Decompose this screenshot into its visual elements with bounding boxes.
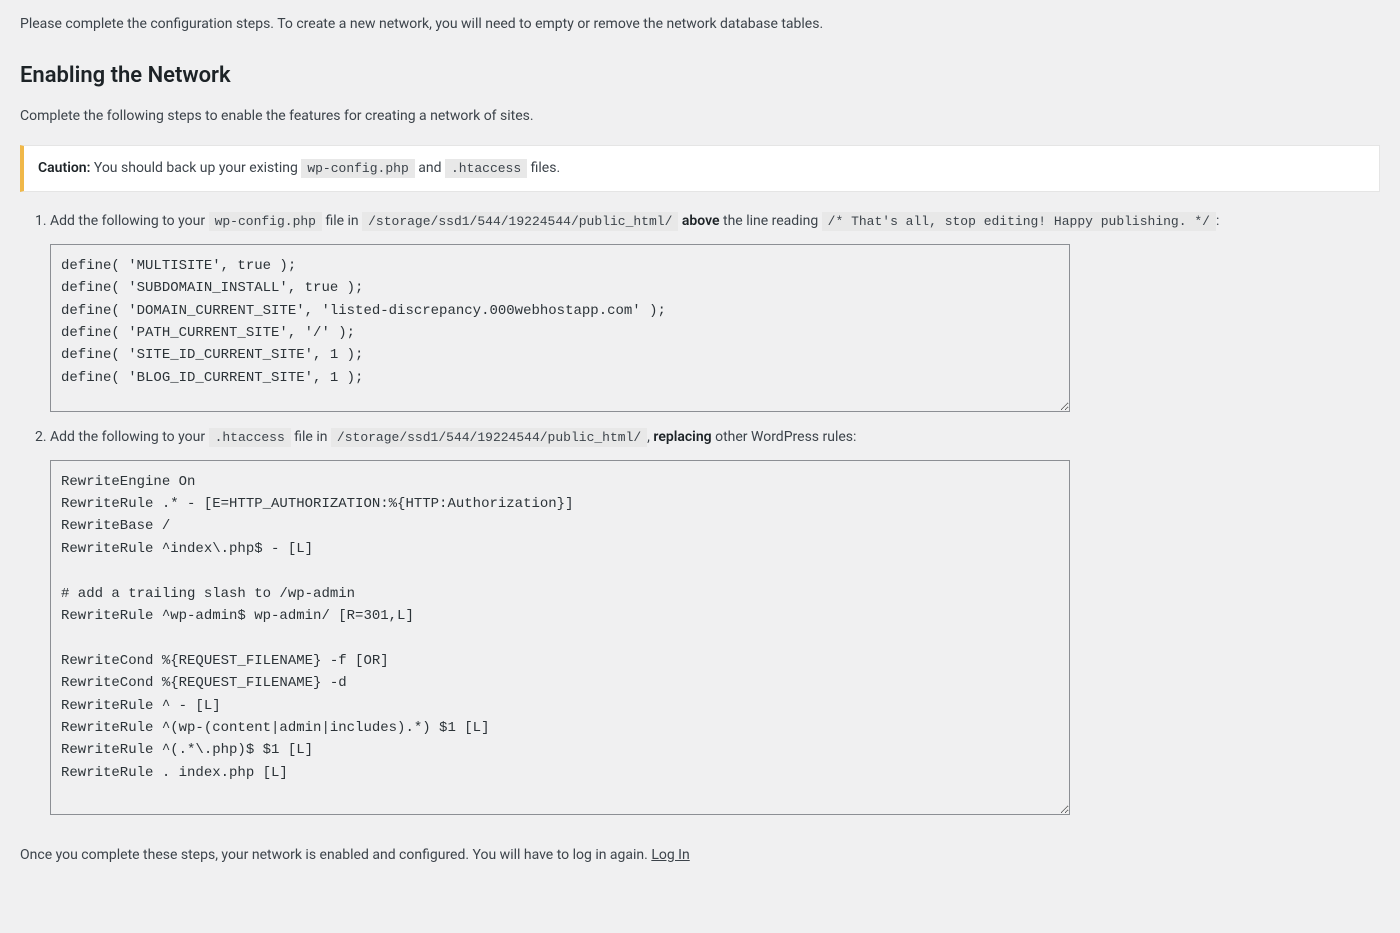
step2-replacing: replacing [653,429,711,445]
step-2: Add the following to your .htaccess file… [50,426,1380,815]
intro-text: Please complete the configuration steps.… [20,14,1380,35]
step1-file: wp-config.php [209,212,322,231]
caution-notice: Caution: You should back up your existin… [20,145,1380,192]
section-heading: Enabling the Network [20,59,1380,92]
step2-path: /storage/ssd1/544/19224544/public_html/ [331,428,647,447]
steps-list: Add the following to your wp-config.php … [20,210,1380,815]
caution-text-mid: and [415,160,445,176]
step1-mid3: the line reading [720,213,822,229]
step2-pre: Add the following to your [50,429,209,445]
step1-pre: Add the following to your [50,213,209,229]
step1-line: /* That's all, stop editing! Happy publi… [822,212,1216,231]
login-link[interactable]: Log In [651,847,689,863]
caution-text-pre: You should back up your existing [90,160,301,176]
step-1: Add the following to your wp-config.php … [50,210,1380,412]
step1-post: : [1216,213,1219,229]
step2-mid1: file in [291,429,331,445]
step2-file: .htaccess [209,428,291,447]
step2-post: other WordPress rules: [712,429,857,445]
step1-path: /storage/ssd1/544/19224544/public_html/ [362,212,678,231]
step1-mid1: file in [322,213,362,229]
wp-config-filename: wp-config.php [301,159,414,178]
step1-above: above [682,213,720,229]
outro-message: Once you complete these steps, your netw… [20,847,651,863]
outro-text: Once you complete these steps, your netw… [20,845,1380,866]
caution-text-post: files. [527,160,560,176]
wp-config-code-textarea[interactable] [50,244,1070,412]
section-subtitle: Complete the following steps to enable t… [20,106,1380,127]
htaccess-code-textarea[interactable] [50,460,1070,815]
htaccess-filename: .htaccess [445,159,527,178]
caution-label: Caution: [38,160,90,176]
